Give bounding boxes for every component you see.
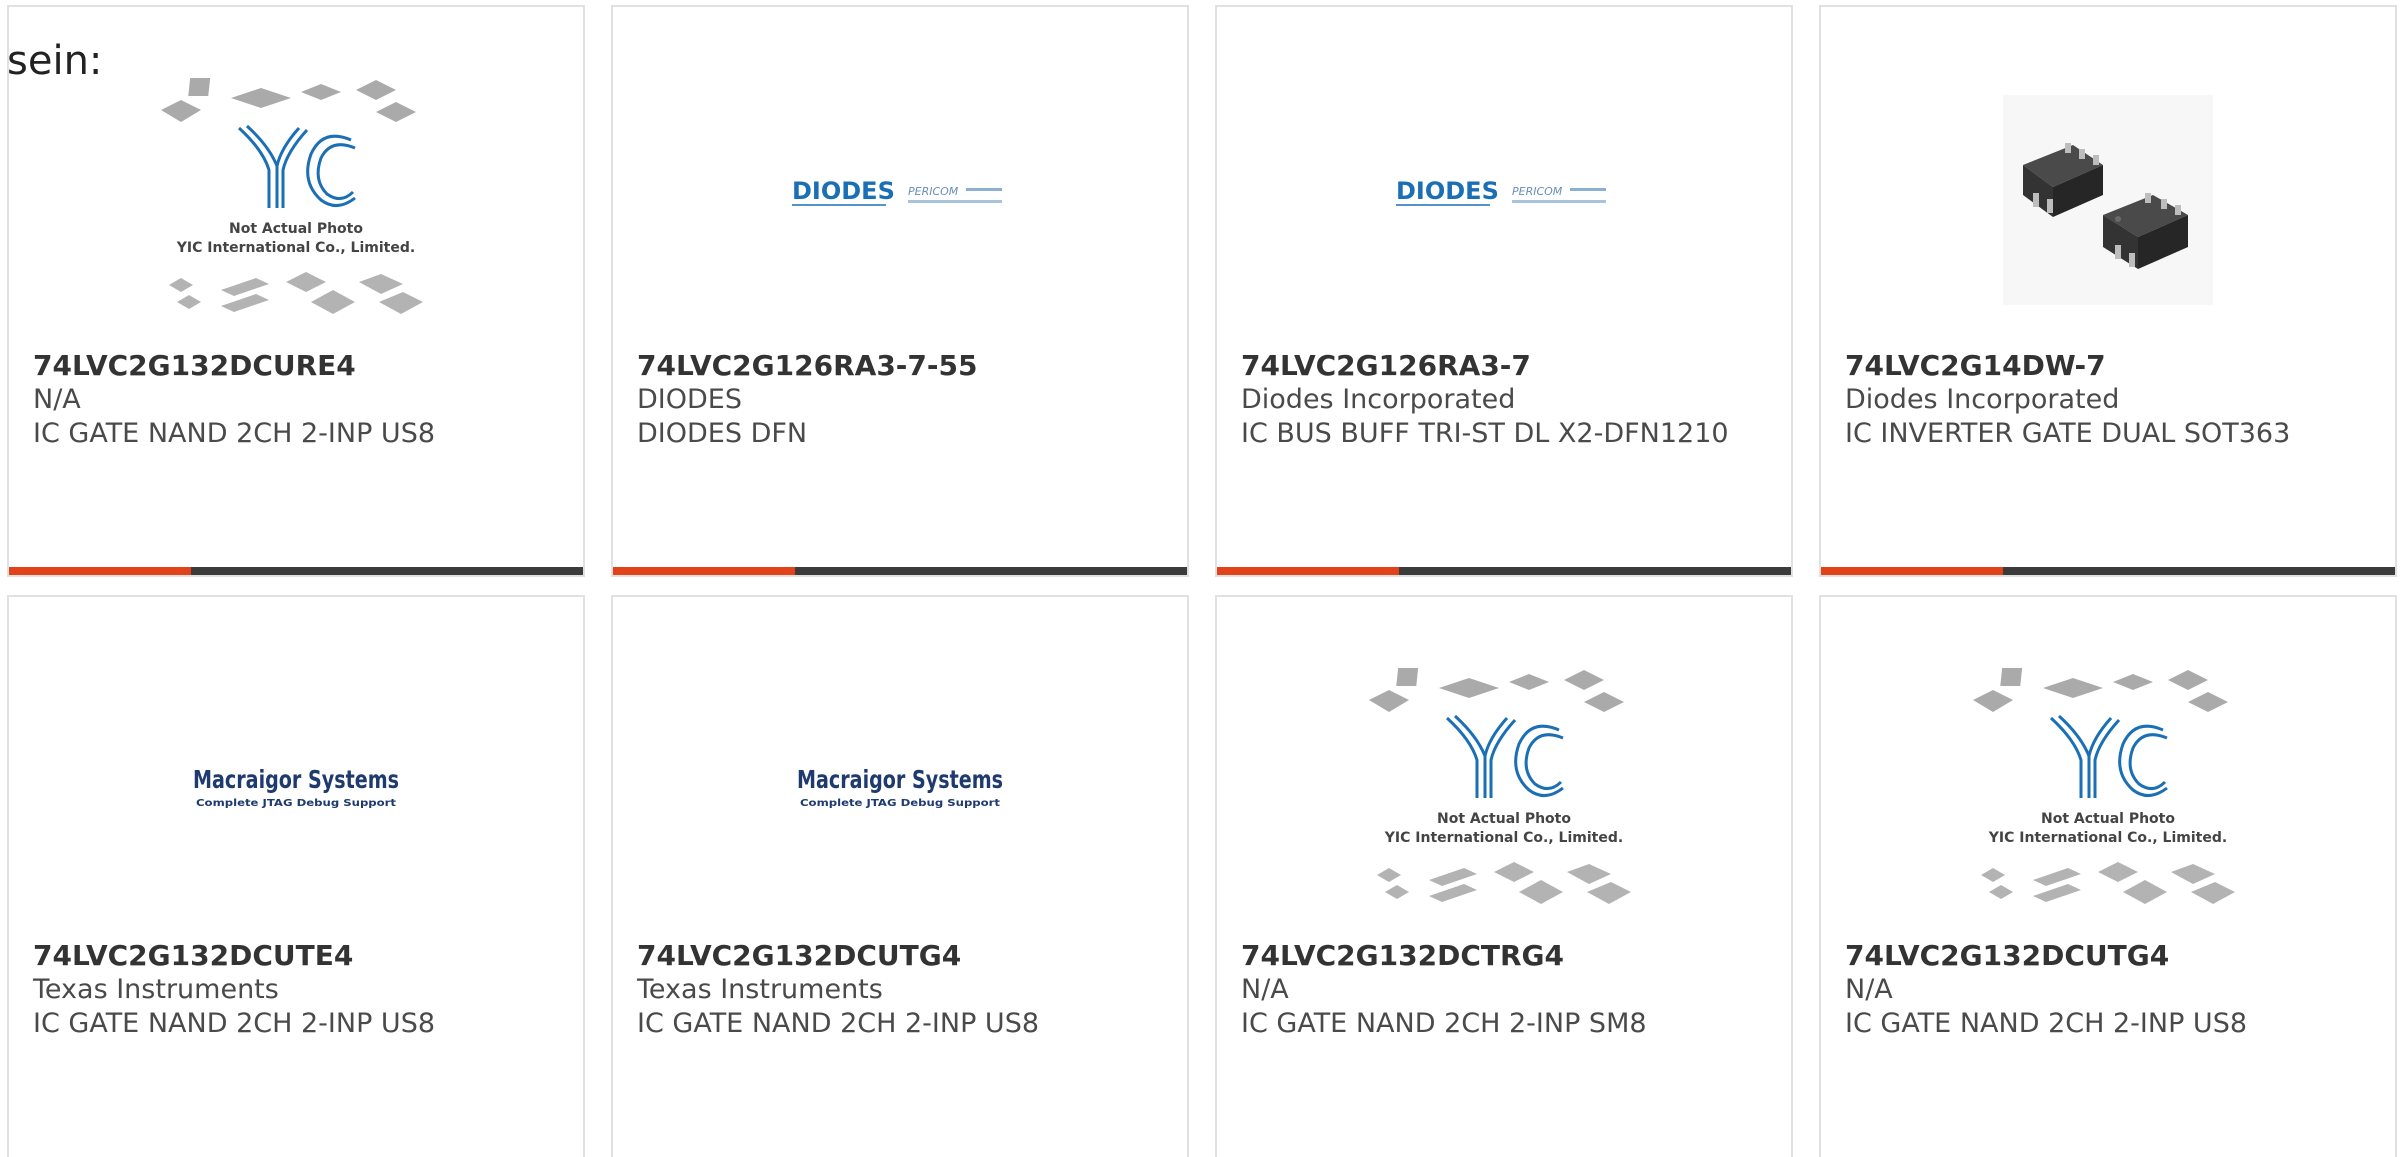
- part-number-link[interactable]: 74LVC2G126RA3-7: [1241, 349, 1771, 383]
- manufacturer-label: N/A: [1241, 974, 1289, 1005]
- product-card[interactable]: DIODES PERICOM 74LVC2G126RA3-7 Diodes In…: [1215, 5, 1793, 577]
- svg-text:Macraigor Systems: Macraigor Systems: [797, 765, 1003, 794]
- manufacturer-label: Texas Instruments: [637, 974, 883, 1005]
- yic-placeholder-image[interactable]: Not Actual Photo YIC International Co., …: [9, 55, 583, 345]
- svg-text:DIODES: DIODES: [1396, 177, 1499, 205]
- product-card[interactable]: Not Actual Photo YIC International Co., …: [1819, 595, 2397, 1157]
- part-number-link[interactable]: 74LVC2G132DCURE4: [33, 349, 563, 383]
- part-number-link[interactable]: 74LVC2G14DW-7: [1845, 349, 2375, 383]
- svg-text:Complete JTAG Debug Support: Complete JTAG Debug Support: [196, 798, 396, 809]
- manufacturer-label: N/A: [33, 384, 81, 415]
- svg-text:YIC International Co., Limited: YIC International Co., Limited.: [1384, 830, 1623, 846]
- svg-text:YIC International Co., Limited: YIC International Co., Limited.: [1988, 830, 2227, 846]
- card-accent-bar: [9, 567, 191, 575]
- description-label: IC INVERTER GATE DUAL SOT363: [1845, 418, 2291, 449]
- svg-text:Complete JTAG Debug Support: Complete JTAG Debug Support: [800, 798, 1000, 809]
- product-card[interactable]: DIODES PERICOM 74LVC2G126RA3-7-55 DIODES…: [611, 5, 1189, 577]
- manufacturer-label: Diodes Incorporated: [1241, 384, 1516, 415]
- lead-text: sein:: [7, 38, 103, 84]
- part-number-link[interactable]: 74LVC2G126RA3-7-55: [637, 349, 1167, 383]
- part-number-link[interactable]: 74LVC2G132DCTRG4: [1241, 939, 1771, 973]
- card-accent-bar: [613, 567, 795, 575]
- manufacturer-label: DIODES: [637, 384, 742, 415]
- card-bottom-bar: [1217, 567, 1791, 575]
- macraigor-logo-image[interactable]: Macraigor Systems Complete JTAG Debug Su…: [613, 645, 1187, 935]
- svg-text:Macraigor Systems: Macraigor Systems: [193, 765, 399, 794]
- svg-text:PERICOM: PERICOM: [1512, 185, 1563, 198]
- description-label: IC GATE NAND 2CH 2-INP US8: [637, 1008, 1040, 1039]
- product-card[interactable]: 74LVC2G14DW-7 Diodes Incorporated IC INV…: [1819, 5, 2397, 577]
- svg-text:YIC International Co., Limited: YIC International Co., Limited.: [176, 240, 415, 256]
- description-label: DIODES DFN: [637, 418, 808, 449]
- description-label: IC BUS BUFF TRI-ST DL X2-DFN1210: [1241, 418, 1729, 449]
- product-card[interactable]: Macraigor Systems Complete JTAG Debug Su…: [611, 595, 1189, 1157]
- svg-text:Not Actual Photo: Not Actual Photo: [229, 221, 363, 237]
- diodes-pericom-logo-image[interactable]: DIODES PERICOM: [613, 55, 1187, 345]
- manufacturer-label: Diodes Incorporated: [1845, 384, 2120, 415]
- description-label: IC GATE NAND 2CH 2-INP US8: [33, 1008, 436, 1039]
- description-label: IC GATE NAND 2CH 2-INP US8: [1845, 1008, 2248, 1039]
- diodes-pericom-logo-image[interactable]: DIODES PERICOM: [1217, 55, 1791, 345]
- card-bottom-bar: [1821, 567, 2395, 575]
- part-number-link[interactable]: 74LVC2G132DCUTE4: [33, 939, 563, 973]
- product-card[interactable]: Not Actual Photo YIC International Co., …: [1215, 595, 1793, 1157]
- card-bottom-bar: [613, 567, 1187, 575]
- part-number-link[interactable]: 74LVC2G132DCUTG4: [637, 939, 1167, 973]
- manufacturer-label: N/A: [1845, 974, 1893, 1005]
- svg-text:DIODES: DIODES: [792, 177, 895, 205]
- product-card[interactable]: Not Actual Photo YIC International Co., …: [7, 5, 585, 577]
- part-number-link[interactable]: 74LVC2G132DCUTG4: [1845, 939, 2375, 973]
- yic-placeholder-image[interactable]: Not Actual Photo YIC International Co., …: [1821, 645, 2395, 935]
- card-accent-bar: [1821, 567, 2003, 575]
- description-label: IC GATE NAND 2CH 2-INP SM8: [1241, 1008, 1647, 1039]
- yic-placeholder-image[interactable]: Not Actual Photo YIC International Co., …: [1217, 645, 1791, 935]
- sot363-chip-photo[interactable]: [1821, 55, 2395, 345]
- product-grid-page: sein: Not Actual Photo YIC International…: [0, 0, 2407, 1157]
- product-card[interactable]: Macraigor Systems Complete JTAG Debug Su…: [7, 595, 585, 1157]
- svg-text:Not Actual Photo: Not Actual Photo: [2041, 811, 2175, 827]
- svg-text:PERICOM: PERICOM: [908, 185, 959, 198]
- description-label: IC GATE NAND 2CH 2-INP US8: [33, 418, 436, 449]
- manufacturer-label: Texas Instruments: [33, 974, 279, 1005]
- svg-text:Not Actual Photo: Not Actual Photo: [1437, 811, 1571, 827]
- macraigor-logo-image[interactable]: Macraigor Systems Complete JTAG Debug Su…: [9, 645, 583, 935]
- card-bottom-bar: [9, 567, 583, 575]
- card-accent-bar: [1217, 567, 1399, 575]
